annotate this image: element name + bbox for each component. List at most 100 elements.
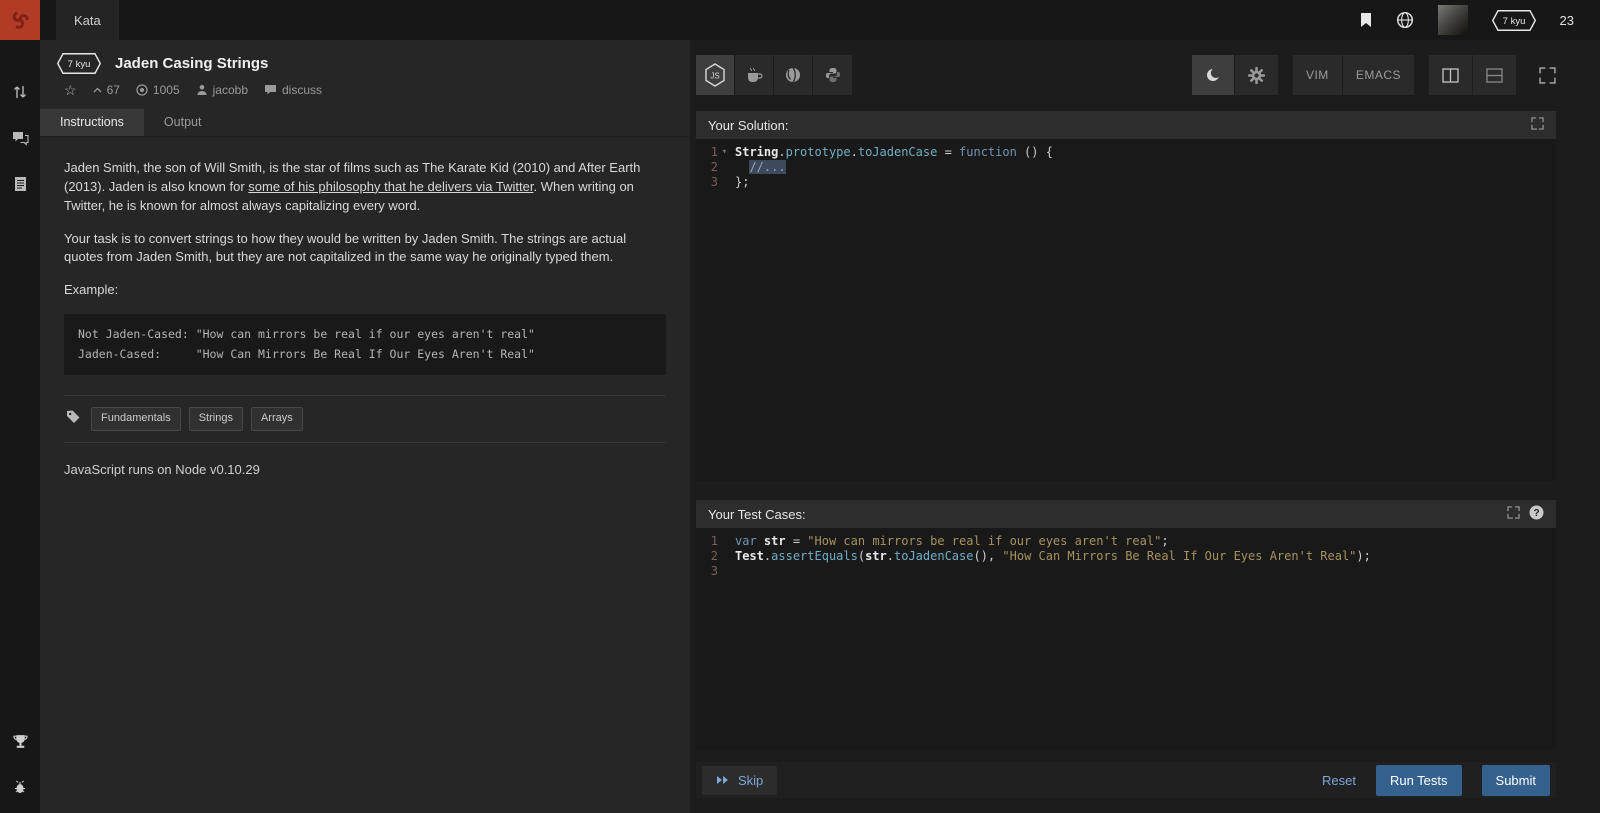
vim-mode-button[interactable]: VIM <box>1293 55 1343 95</box>
gear-icon <box>1248 67 1265 84</box>
line-number: 1 <box>696 534 718 549</box>
kata-rank-badge: 7 kyu <box>57 53 101 74</box>
help-icon[interactable]: ? <box>1529 505 1544 523</box>
toolbar-right-controls: VIM EMACS <box>1192 55 1556 95</box>
solution-panel-title: Your Solution: <box>708 118 788 133</box>
tag-icon <box>66 409 81 430</box>
kumite-icon[interactable] <box>8 82 32 102</box>
rank-badge[interactable]: 7 kyu <box>1492 10 1536 31</box>
nav-kata[interactable]: Kata <box>56 0 119 40</box>
lang-javascript-icon[interactable]: JS <box>696 55 735 95</box>
description-paragraph-1: Jaden Smith, the son of Will Smith, is t… <box>64 159 666 216</box>
code-text <box>731 564 735 579</box>
example-code-line: Not Jaden-Cased: "How can mirrors be rea… <box>78 325 652 345</box>
code-line[interactable]: 3 }; <box>696 175 1556 190</box>
code-line[interactable]: 3 <box>696 564 1556 579</box>
fold-gutter <box>718 175 731 190</box>
tests-panel-title: Your Test Cases: <box>708 507 806 522</box>
kata-description-panel: 7 kyu Jaden Casing Strings ☆ 67 1005 jac… <box>40 40 690 813</box>
code-text: //... <box>731 160 786 175</box>
view-count: 1005 <box>153 83 180 97</box>
solution-panel-header: Your Solution: <box>696 111 1556 139</box>
dark-theme-toggle[interactable] <box>1192 55 1235 95</box>
fast-forward-icon <box>716 775 730 785</box>
layout-rows-icon <box>1486 68 1503 83</box>
kata-header: 7 kyu Jaden Casing Strings ☆ 67 1005 jac… <box>40 40 690 97</box>
vote-stat[interactable]: 67 <box>93 83 120 97</box>
layout-columns-button[interactable] <box>1429 55 1473 95</box>
speech-bubble-icon <box>264 84 277 96</box>
tag-chip[interactable]: Strings <box>189 407 243 431</box>
forum-icon[interactable] <box>8 128 32 148</box>
globe-icon[interactable] <box>1396 11 1414 29</box>
avatar[interactable] <box>1438 5 1468 35</box>
tag-list: Fundamentals Strings Arrays <box>91 407 303 431</box>
tab-output[interactable]: Output <box>144 109 222 136</box>
line-number: 1 <box>696 145 718 160</box>
line-number: 2 <box>696 549 718 564</box>
twitter-link[interactable]: some of his philosophy that he delivers … <box>248 179 533 194</box>
line-number: 3 <box>696 175 718 190</box>
expand-tests-icon[interactable] <box>1507 506 1520 522</box>
lang-coffeescript-icon[interactable] <box>735 55 774 95</box>
discuss-label: discuss <box>282 83 322 97</box>
author-link[interactable]: jacobb <box>196 83 248 97</box>
layout-rows-button[interactable] <box>1473 55 1516 95</box>
bookmark-icon[interactable] <box>1360 12 1372 28</box>
settings-button[interactable] <box>1235 55 1278 95</box>
skip-button[interactable]: Skip <box>702 766 777 795</box>
lang-clojure-icon[interactable] <box>774 55 813 95</box>
fullscreen-icon[interactable] <box>1539 67 1556 84</box>
run-tests-button[interactable]: Run Tests <box>1376 765 1462 796</box>
tests-panel-header: Your Test Cases: ? <box>696 500 1556 528</box>
code-line[interactable]: 2 Test.assertEquals(str.toJadenCase(), "… <box>696 549 1556 564</box>
person-icon <box>196 84 208 96</box>
tab-instructions[interactable]: Instructions <box>40 109 144 136</box>
bug-icon[interactable] <box>8 777 32 797</box>
code-line[interactable]: 1 var str = "How can mirrors be real if … <box>696 534 1556 549</box>
fold-gutter <box>718 564 731 579</box>
code-text: Test.assertEquals(str.toJadenCase(), "Ho… <box>731 549 1371 564</box>
tag-chip[interactable]: Arrays <box>251 407 303 431</box>
top-navigation-bar: Kata 7 kyu 23 <box>0 0 1600 40</box>
lang-python-icon[interactable] <box>813 55 852 95</box>
code-work-area: JS <box>690 40 1600 813</box>
tag-chip[interactable]: Fundamentals <box>91 407 181 431</box>
submit-button[interactable]: Submit <box>1482 765 1550 796</box>
example-code-line: Jaden-Cased: "How Can Mirrors Be Real If… <box>78 345 652 365</box>
svg-text:7 kyu: 7 kyu <box>1502 16 1525 27</box>
svg-text:JS: JS <box>710 72 719 81</box>
emacs-mode-button[interactable]: EMACS <box>1343 55 1414 95</box>
vote-count: 67 <box>107 83 120 97</box>
action-footer: Skip Reset Run Tests Submit <box>696 762 1556 798</box>
chevron-up-icon <box>93 87 102 93</box>
docs-icon[interactable] <box>8 174 32 194</box>
svg-text:?: ? <box>1533 508 1539 519</box>
left-icon-rail <box>0 40 40 813</box>
tests-editor[interactable]: 1 var str = "How can mirrors be real if … <box>696 528 1556 750</box>
line-number: 2 <box>696 160 718 175</box>
expand-solution-icon[interactable] <box>1531 117 1544 133</box>
description-body: Jaden Smith, the son of Will Smith, is t… <box>40 137 690 516</box>
description-tabs: Instructions Output <box>40 109 690 137</box>
author-name: jacobb <box>213 83 248 97</box>
code-line[interactable]: 1▾String.prototype.toJadenCase = functio… <box>696 145 1556 160</box>
solution-editor[interactable]: 1▾String.prototype.toJadenCase = functio… <box>696 139 1556 481</box>
kata-title: Jaden Casing Strings <box>115 55 268 72</box>
code-line[interactable]: 2 //... <box>696 160 1556 175</box>
fold-arrow-icon[interactable]: ▾ <box>718 145 731 160</box>
discuss-link[interactable]: discuss <box>264 83 322 97</box>
code-text: var str = "How can mirrors be real if ou… <box>731 534 1169 549</box>
kata-stats-row: ☆ 67 1005 jacobb discuss <box>57 83 666 97</box>
codewars-logo[interactable] <box>0 0 40 40</box>
reset-button[interactable]: Reset <box>1322 773 1356 788</box>
editor-toolbar: JS <box>696 55 1556 95</box>
moon-icon <box>1205 67 1221 83</box>
runtime-note: JavaScript runs on Node v0.10.29 <box>64 461 666 480</box>
codewars-swirl-icon <box>6 6 34 34</box>
star-icon[interactable]: ☆ <box>64 83 77 97</box>
fold-gutter <box>718 534 731 549</box>
code-text: String.prototype.toJadenCase = function … <box>731 145 1053 160</box>
svg-text:7 kyu: 7 kyu <box>68 59 91 70</box>
leaderboard-trophy-icon[interactable] <box>8 731 32 751</box>
